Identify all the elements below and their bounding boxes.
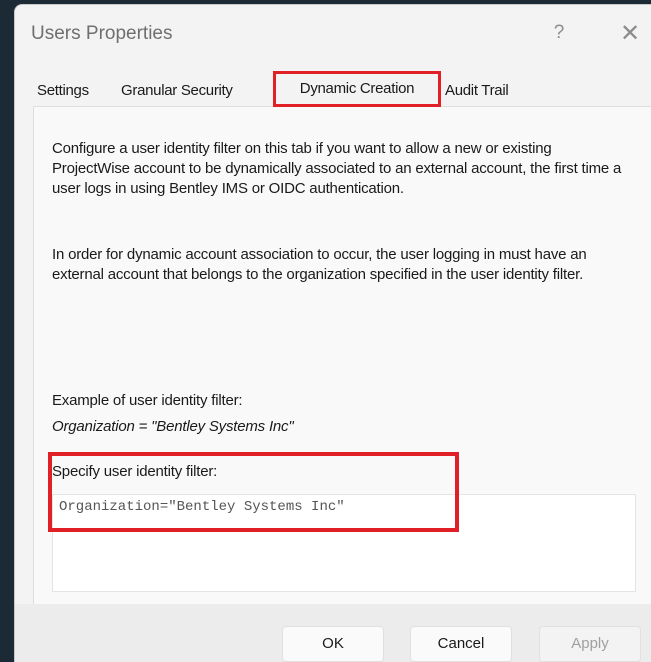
tab-audit-trail[interactable]: Audit Trail — [445, 77, 509, 105]
tab-settings[interactable]: Settings — [37, 77, 89, 105]
ok-button[interactable]: OK — [282, 626, 384, 662]
description-paragraph: Configure a user identity filter on this… — [52, 140, 622, 197]
button-bar: OK Cancel Apply — [15, 604, 651, 662]
help-icon[interactable]: ? — [545, 19, 573, 47]
users-properties-dialog: Users Properties ? ✕ Settings Granular S… — [14, 4, 651, 662]
specify-filter-label: Specify user identity filter: — [52, 463, 218, 480]
apply-button[interactable]: Apply — [539, 626, 641, 662]
user-identity-filter-input[interactable]: Organization="Bentley Systems Inc" — [52, 494, 636, 592]
dynamic-creation-panel: Configure a user identity filter on this… — [33, 106, 651, 605]
example-label: Example of user identity filter: — [52, 392, 243, 409]
tab-granular-security[interactable]: Granular Security — [121, 77, 233, 105]
title-bar: Users Properties ? ✕ — [15, 5, 651, 59]
example-value: Organization = "Bentley Systems Inc" — [52, 418, 294, 435]
tab-strip: Settings Granular Security Dynamic Creat… — [31, 71, 651, 107]
close-icon[interactable]: ✕ — [615, 19, 645, 49]
dialog-title: Users Properties — [31, 23, 173, 44]
tab-dynamic-creation[interactable]: Dynamic Creation — [273, 71, 441, 107]
cancel-button[interactable]: Cancel — [410, 626, 512, 662]
association-paragraph: In order for dynamic account association… — [52, 246, 587, 283]
